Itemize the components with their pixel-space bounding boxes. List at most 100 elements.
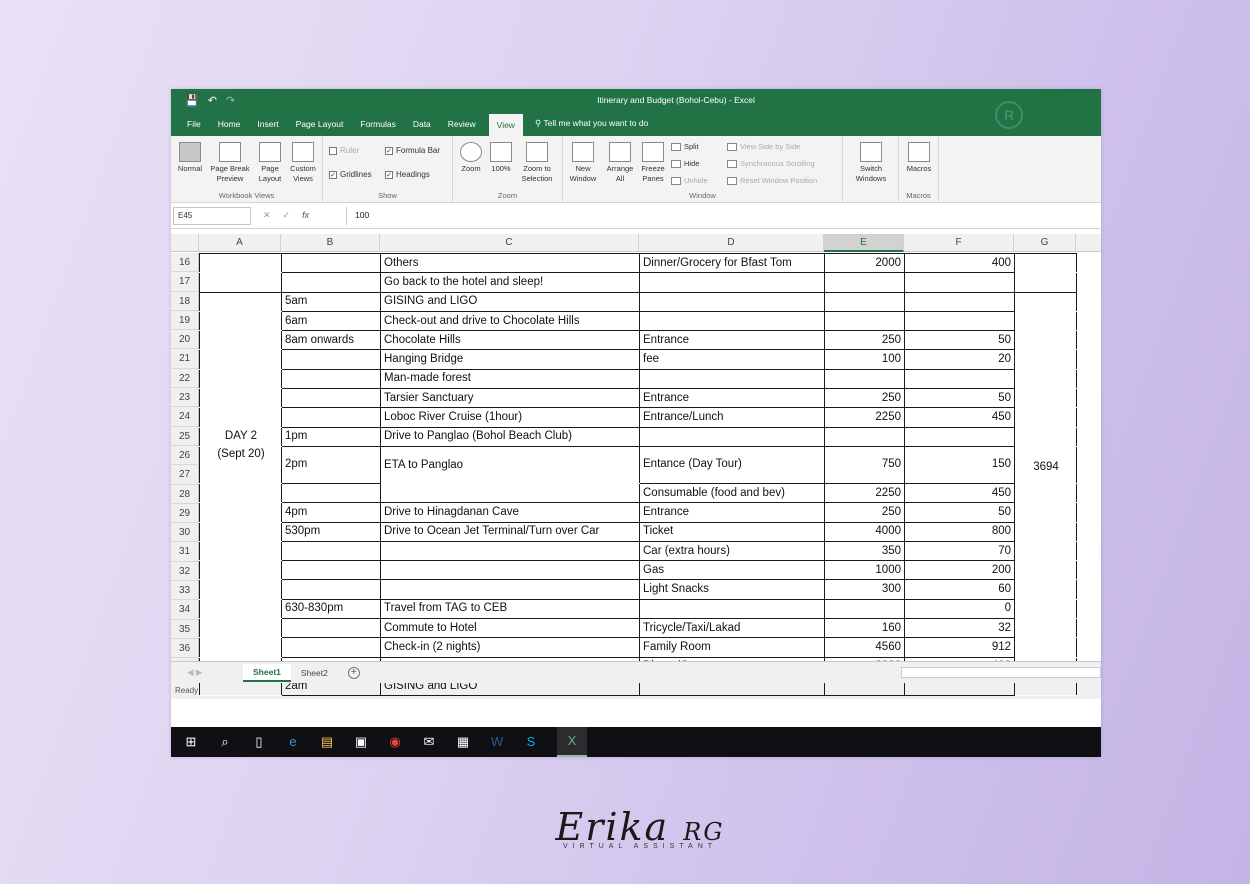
cell-expense-item[interactable]: Entrance <box>639 330 825 351</box>
synchronous-scrolling-button[interactable]: Synchronous Scrolling <box>727 159 815 168</box>
select-all-corner[interactable] <box>171 234 199 252</box>
formula-input[interactable]: 100 <box>346 206 1101 225</box>
cell-activity[interactable]: Loboc River Cruise (1hour) <box>380 407 640 428</box>
cell-g[interactable] <box>1014 252 1077 274</box>
cell-time[interactable] <box>281 482 381 504</box>
cell-share[interactable]: 150 <box>904 445 1015 484</box>
freeze-panes-button[interactable]: Freeze Panes <box>638 142 668 184</box>
cell-expense-item[interactable] <box>639 598 825 620</box>
cell-activity[interactable] <box>380 579 640 600</box>
cell-amount[interactable] <box>824 272 905 293</box>
cell-share[interactable]: 450 <box>904 482 1015 504</box>
edge-icon[interactable]: e <box>285 734 301 750</box>
cell-g[interactable] <box>1014 349 1077 370</box>
cell-a[interactable] <box>199 330 282 351</box>
row-header[interactable]: 28 <box>171 484 199 504</box>
cell-expense-item[interactable] <box>639 368 825 390</box>
column-header-g[interactable]: G <box>1014 234 1076 252</box>
cell-g[interactable] <box>1014 310 1077 332</box>
cell-activity[interactable]: Hanging Bridge <box>380 349 640 370</box>
row-header[interactable]: 30 <box>171 523 199 543</box>
reset-window-position-button[interactable]: Reset Window Position <box>727 176 817 185</box>
search-icon[interactable]: ⌕ <box>217 734 233 750</box>
cell-share[interactable]: 20 <box>904 349 1015 370</box>
file-explorer-icon[interactable]: ▤ <box>319 734 335 750</box>
cell-a[interactable] <box>199 502 282 523</box>
cell-time[interactable] <box>281 637 381 658</box>
cell-expense-item[interactable]: Ticket <box>639 521 825 542</box>
cell-share[interactable]: 200 <box>904 560 1015 581</box>
sheet-nav-arrows-icon[interactable]: ◀ ▶ <box>171 667 243 678</box>
cell-share[interactable]: 70 <box>904 540 1015 562</box>
cell-activity[interactable]: Drive to Panglao (Bohol Beach Club) <box>380 426 640 447</box>
cell-a[interactable] <box>199 310 282 332</box>
column-header-c[interactable]: C <box>380 234 639 252</box>
tab-data[interactable]: Data <box>407 119 442 136</box>
cell-expense-item[interactable] <box>639 291 825 312</box>
row-header[interactable]: 19 <box>171 310 199 331</box>
cell-amount[interactable] <box>824 598 905 620</box>
cell-amount[interactable]: 750 <box>824 445 905 484</box>
store-icon[interactable]: ▣ <box>353 734 369 750</box>
cell-expense-item[interactable]: fee <box>639 349 825 370</box>
sheet-tab-sheet1[interactable]: Sheet1 <box>243 663 291 682</box>
row-header[interactable]: 16 <box>171 253 199 273</box>
column-header-b[interactable]: B <box>281 234 380 252</box>
ruler-checkbox[interactable]: Ruler <box>329 146 359 155</box>
cell-amount[interactable]: 1000 <box>824 560 905 581</box>
cell-activity[interactable]: Drive to Hinagdanan Cave <box>380 502 640 523</box>
cell-time[interactable]: 5am <box>281 291 381 312</box>
cell-g[interactable] <box>1014 426 1077 447</box>
excel-icon[interactable]: X <box>557 727 587 757</box>
cell-activity[interactable]: Commute to Hotel <box>380 618 640 639</box>
cell-amount[interactable]: 2250 <box>824 482 905 504</box>
tab-insert[interactable]: Insert <box>251 119 289 136</box>
cell-g[interactable] <box>1014 272 1077 293</box>
sheet-tab-sheet2[interactable]: Sheet2 <box>291 665 338 681</box>
cell-share[interactable]: 50 <box>904 330 1015 351</box>
row-header[interactable]: 18 <box>171 291 199 311</box>
row-header[interactable]: 20 <box>171 330 199 350</box>
switch-windows-button[interactable]: Switch Windows <box>851 142 891 184</box>
cell-a[interactable] <box>199 521 282 542</box>
cell-expense-item[interactable] <box>639 426 825 447</box>
cell-time[interactable]: 1pm <box>281 426 381 447</box>
cell-g[interactable] <box>1014 388 1077 409</box>
cell-a[interactable] <box>199 560 282 581</box>
row-header[interactable]: 35 <box>171 619 199 639</box>
cell-expense-item[interactable]: Consumable (food and bev) <box>639 482 825 504</box>
cell-time[interactable] <box>281 368 381 390</box>
cell-time[interactable]: 4pm <box>281 502 381 523</box>
row-header[interactable]: 29 <box>171 503 199 524</box>
cell-activity[interactable]: Check-in (2 nights) <box>380 637 640 658</box>
column-header-f[interactable]: F <box>904 234 1014 252</box>
cancel-icon[interactable]: ✕ <box>263 210 271 221</box>
row-header[interactable]: 21 <box>171 349 199 369</box>
zoom-to-selection-button[interactable]: Zoom to Selection <box>516 142 558 184</box>
cell-amount[interactable]: 350 <box>824 540 905 562</box>
name-box[interactable]: E45 <box>173 206 251 225</box>
cell-expense-item[interactable] <box>639 310 825 332</box>
cell-a[interactable] <box>199 291 282 312</box>
cell-amount[interactable]: 4000 <box>824 521 905 542</box>
row-header[interactable]: 32 <box>171 561 199 582</box>
row-header[interactable]: 31 <box>171 542 199 562</box>
cell-g[interactable] <box>1014 502 1077 523</box>
cell-g[interactable] <box>1014 540 1077 562</box>
cell-activity[interactable]: Man-made forest <box>380 368 640 390</box>
cell-amount[interactable]: 300 <box>824 579 905 600</box>
enter-icon[interactable]: ✓ <box>283 210 291 221</box>
cell-expense-item[interactable]: Car (extra hours) <box>639 540 825 562</box>
cell-amount[interactable] <box>824 426 905 447</box>
arrange-all-button[interactable]: Arrange All <box>603 142 637 184</box>
custom-views-button[interactable]: Custom Views <box>286 142 320 184</box>
cell-activity[interactable] <box>380 482 640 504</box>
cell-activity[interactable]: Tarsier Sanctuary <box>380 388 640 409</box>
calculator-icon[interactable]: ▦ <box>455 734 471 750</box>
cell-activity[interactable]: Check-out and drive to Chocolate Hills <box>380 310 640 332</box>
cell-a[interactable] <box>199 407 282 428</box>
cell-amount[interactable]: 250 <box>824 330 905 351</box>
row-header[interactable]: 36 <box>171 638 199 659</box>
cell-expense-item[interactable]: Tricycle/Taxi/Lakad <box>639 618 825 639</box>
cell-g[interactable] <box>1014 598 1077 620</box>
